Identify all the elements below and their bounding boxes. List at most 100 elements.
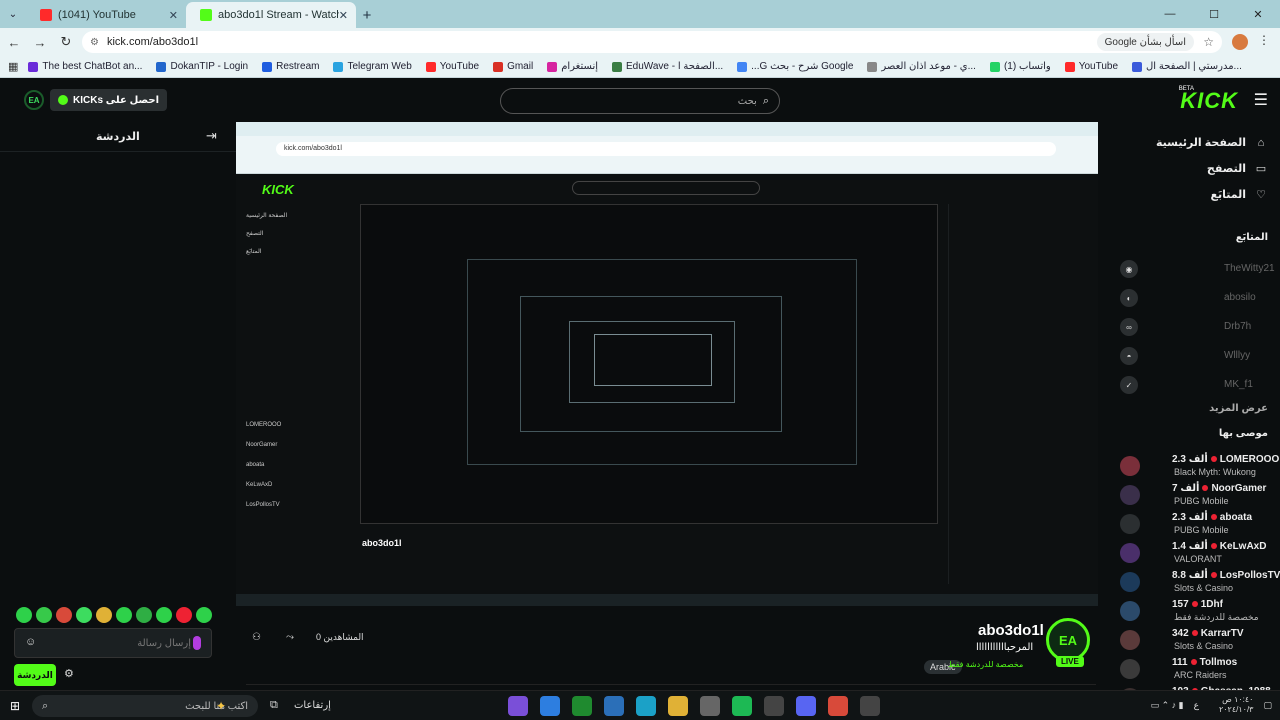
channel-name[interactable]: abo3do1l <box>978 622 1044 639</box>
get-kicks-button[interactable]: KICKs احصل على <box>50 89 168 111</box>
xbox-app-icon[interactable] <box>572 696 592 716</box>
following-channel-item[interactable]: ∞ Drb7h <box>1120 316 1270 340</box>
following-channel-item[interactable]: ◓ Wlllyy <box>1120 345 1270 369</box>
tab-youtube[interactable]: (1041) YouTube ✕ <box>26 2 186 28</box>
taskbar-search-input[interactable]: ⌕ ✦ اكتب هنا للبحث <box>32 695 258 717</box>
tab-search-chevron-icon[interactable]: ⌄ <box>0 0 26 28</box>
maximize-icon[interactable]: ☐ <box>1192 0 1236 28</box>
emote-icon[interactable] <box>96 607 112 623</box>
notifications-icon[interactable]: ▢ <box>1263 700 1272 711</box>
profile-avatar[interactable] <box>1232 34 1248 50</box>
nav-browse[interactable]: التصفح ▭ <box>1207 162 1268 175</box>
ea-user-avatar[interactable]: EA <box>24 90 44 110</box>
recommended-channel-item[interactable]: 157 1Dhf مخصصة للدردشة فقط <box>1120 599 1280 629</box>
kick-search-input[interactable]: بحث ⌕ <box>500 88 780 114</box>
stream-video-player[interactable]: kick.com/abo3do1l KICK الصفحة الرئيسية ا… <box>236 122 1098 606</box>
bookmark-item[interactable]: Telegram Web <box>333 61 412 72</box>
following-channel-item[interactable]: ◐ abosilo <box>1120 287 1270 311</box>
nav-following[interactable]: المتابَع ♡ <box>1210 188 1268 201</box>
recommended-channel-item[interactable]: 1.4 ألف KeLwAxD VALORANT <box>1120 541 1280 571</box>
emote-icon[interactable] <box>176 607 192 623</box>
hamburger-menu-icon[interactable]: ☰ <box>1254 90 1268 110</box>
copilot-app-icon[interactable] <box>508 696 528 716</box>
stream-category[interactable]: مخصصة للدردشة فقط <box>948 660 1023 669</box>
chrome-app-icon[interactable] <box>828 696 848 716</box>
tab-kick-stream[interactable]: abo3do1l Stream - Watch Live ✕ <box>186 2 356 28</box>
bookmark-item[interactable]: ي - موعد اذان العصر... <box>867 61 976 72</box>
bookmark-item[interactable]: YouTube <box>1064 61 1118 72</box>
widgets-label[interactable]: إرتفاعات <box>294 700 331 711</box>
bookmark-item[interactable]: مدرستي | الصفحة ال... <box>1132 61 1242 72</box>
bookmark-item[interactable]: ...G شرح - بحث Google <box>737 61 853 72</box>
nav-home[interactable]: الصفحة الرئيسية ⌂ <box>1155 136 1268 150</box>
emote-icon[interactable] <box>36 607 52 623</box>
reload-icon[interactable]: ↻ <box>54 30 78 54</box>
emote-icon[interactable] <box>16 607 32 623</box>
windows-start-icon[interactable]: ⊞ <box>0 691 30 720</box>
edge-app-icon[interactable] <box>636 696 656 716</box>
chat-message-input[interactable]: ☺ إرسال رسالة <box>14 628 212 658</box>
microphone-icon[interactable] <box>193 636 201 650</box>
following-channel-item[interactable]: ✓ MK_f1 <box>1120 374 1270 398</box>
back-arrow-icon[interactable]: ← <box>2 30 26 54</box>
recommended-channel-item[interactable]: 2.3 ألف LOMEROOO Black Myth: Wukong <box>1120 454 1280 484</box>
chat-settings-gear-icon[interactable]: ⚙ <box>64 667 74 680</box>
preview-rec-item: NoorGamer <box>246 442 278 448</box>
google-search-pill[interactable]: Google اسأل بشأن <box>1096 33 1194 51</box>
minimize-icon[interactable]: — <box>1148 0 1192 28</box>
forward-arrow-icon[interactable]: → <box>28 30 52 54</box>
recommended-channel-item[interactable]: 2.3 ألف aboata PUBG Mobile <box>1120 512 1280 542</box>
emote-icon[interactable] <box>136 607 152 623</box>
bookmark-item[interactable]: EduWave - الصفحة ا... <box>612 61 723 72</box>
bookmark-item[interactable]: Gmail <box>493 61 533 72</box>
emote-icon[interactable] <box>156 607 172 623</box>
m-app-icon[interactable] <box>764 696 784 716</box>
show-more-link[interactable]: عرض المزيد <box>1209 403 1268 414</box>
folder-app-icon[interactable] <box>668 696 688 716</box>
recommended-channel-item[interactable]: 342 KarrarTV Slots & Casino <box>1120 628 1280 658</box>
bookmark-star-icon[interactable]: ☆ <box>1203 35 1214 49</box>
close-icon[interactable]: ✕ <box>339 9 348 22</box>
recommended-channel-item[interactable]: 8.8 ألف LosPollosTV Slots & Casino <box>1120 570 1280 600</box>
share-icon[interactable]: ⤳ <box>286 632 294 643</box>
clock[interactable]: ١٠:٤٠ ص ٢٠٢٤/١٠/٣ <box>1209 695 1254 715</box>
close-window-icon[interactable]: ✕ <box>1236 0 1280 28</box>
task-view-icon[interactable]: ⧉ <box>270 699 278 712</box>
language-indicator[interactable]: ع <box>1194 700 1199 711</box>
bookmark-item[interactable]: YouTube <box>425 61 479 72</box>
files-app-icon[interactable] <box>604 696 624 716</box>
bookmark-item[interactable]: The best ChatBot an... <box>28 61 142 72</box>
settings-app-icon[interactable] <box>700 696 720 716</box>
url-input[interactable]: ⚙ kick.com/abo3do1l Google اسأل بشأن ☆ <box>82 31 1222 53</box>
bookmark-item[interactable]: DokanTIP - Login <box>156 61 248 72</box>
recommended-channel-item[interactable]: 111 Tollmos ARC Raiders <box>1120 657 1280 687</box>
bookmark-item[interactable]: واتساب (1) <box>989 61 1051 72</box>
menu-kebab-icon[interactable]: ⋮ <box>1258 33 1270 47</box>
copilot-sparkle-icon[interactable]: ✦ <box>216 699 226 713</box>
emote-icon[interactable] <box>196 607 212 623</box>
following-channel-item[interactable]: ◉ TheWitty21 <box>1120 258 1275 282</box>
emote-icon[interactable] <box>116 607 132 623</box>
search-icon[interactable]: ⌕ <box>763 95 769 108</box>
site-info-icon[interactable]: ⚙ <box>90 37 99 48</box>
obs-app-icon[interactable] <box>860 696 880 716</box>
emoji-smile-icon[interactable]: ☺ <box>25 636 36 648</box>
tray-icons[interactable]: ▭ ⌃ ♪ ▮ <box>1151 700 1184 711</box>
recommended-channel-item[interactable]: 7 ألف NoorGamer PUBG Mobile <box>1120 483 1280 513</box>
store-app-icon[interactable] <box>540 696 560 716</box>
kick-logo[interactable]: KICK <box>1180 88 1238 114</box>
new-tab-plus-icon[interactable]: + <box>356 2 378 28</box>
emote-icon[interactable] <box>76 607 92 623</box>
bookmark-item[interactable]: Restream <box>262 61 319 72</box>
spotify-app-icon[interactable] <box>732 696 752 716</box>
nav-label: الصفحة الرئيسية <box>1155 137 1246 149</box>
discord-app-icon[interactable] <box>796 696 816 716</box>
emote-icon[interactable] <box>56 607 72 623</box>
close-icon[interactable]: ✕ <box>169 9 178 22</box>
bookmark-item[interactable]: إنستغرام <box>547 61 598 72</box>
apps-grid-icon[interactable]: ▦ <box>8 60 18 73</box>
game-name: Slots & Casino <box>1174 641 1234 651</box>
follow-user-icon[interactable]: ⚇ <box>252 632 261 643</box>
chat-send-button[interactable]: الدردشة <box>14 664 56 686</box>
collapse-chat-icon[interactable]: ⇥ <box>206 128 217 144</box>
